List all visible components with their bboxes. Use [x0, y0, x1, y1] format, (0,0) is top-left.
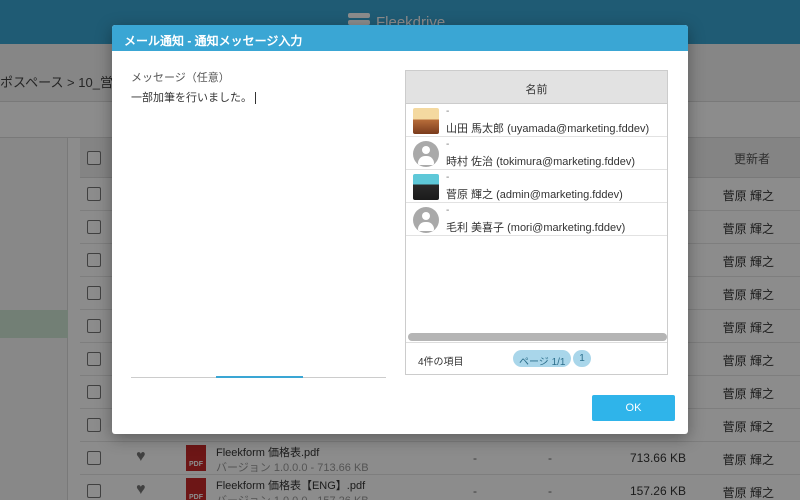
- horizontal-scrollbar[interactable]: [408, 333, 667, 341]
- user-photo-avatar: [413, 174, 439, 200]
- notification-message-dialog: メール通知 - 通知メッセージ入力 メッセージ（任意） 一部加筆を行いました。 …: [112, 25, 688, 434]
- recipient-row[interactable]: - 菅原 輝之 (admin@marketing.fddev): [406, 170, 667, 203]
- recipient-row[interactable]: - 毛利 美喜子 (mori@marketing.fddev): [406, 203, 667, 236]
- recipient-row[interactable]: - 山田 馬太郎 (uyamada@marketing.fddev): [406, 104, 667, 137]
- recipient-list-footer: 4件の項目 ページ 1/1 1: [406, 342, 667, 374]
- text-caret: [255, 92, 256, 105]
- page-indicator: ページ 1/1: [513, 350, 572, 368]
- recipient-name: 時村 佐治 (tokimura@marketing.fddev): [446, 156, 636, 168]
- message-label: メッセージ（任意）: [131, 72, 230, 84]
- recipient-column-header-name[interactable]: 名前: [406, 71, 667, 104]
- page-button-1[interactable]: 1: [573, 350, 591, 367]
- user-photo-avatar: [413, 108, 439, 134]
- message-textarea[interactable]: 一部加筆を行いました。: [131, 89, 386, 379]
- recipient-row[interactable]: - 時村 佐治 (tokimura@marketing.fddev): [406, 137, 667, 170]
- recipient-meta: -: [446, 205, 450, 216]
- recipient-meta: -: [446, 172, 450, 183]
- message-focus-indicator: [216, 376, 303, 378]
- recipient-name: 毛利 美喜子 (mori@marketing.fddev): [446, 222, 626, 234]
- recipient-name: 山田 馬太郎 (uyamada@marketing.fddev): [446, 123, 650, 135]
- recipient-list: 名前 - 山田 馬太郎 (uyamada@marketing.fddev) - …: [405, 70, 668, 375]
- dialog-title: メール通知 - 通知メッセージ入力: [112, 25, 688, 51]
- item-count: 4件の項目: [418, 357, 464, 368]
- default-user-icon: [413, 141, 439, 167]
- message-text: 一部加筆を行いました。: [131, 92, 252, 104]
- recipient-meta: -: [446, 106, 450, 117]
- ok-button[interactable]: OK: [592, 395, 675, 421]
- default-user-icon: [413, 207, 439, 233]
- recipient-name: 菅原 輝之 (admin@marketing.fddev): [446, 189, 623, 201]
- recipient-meta: -: [446, 139, 450, 150]
